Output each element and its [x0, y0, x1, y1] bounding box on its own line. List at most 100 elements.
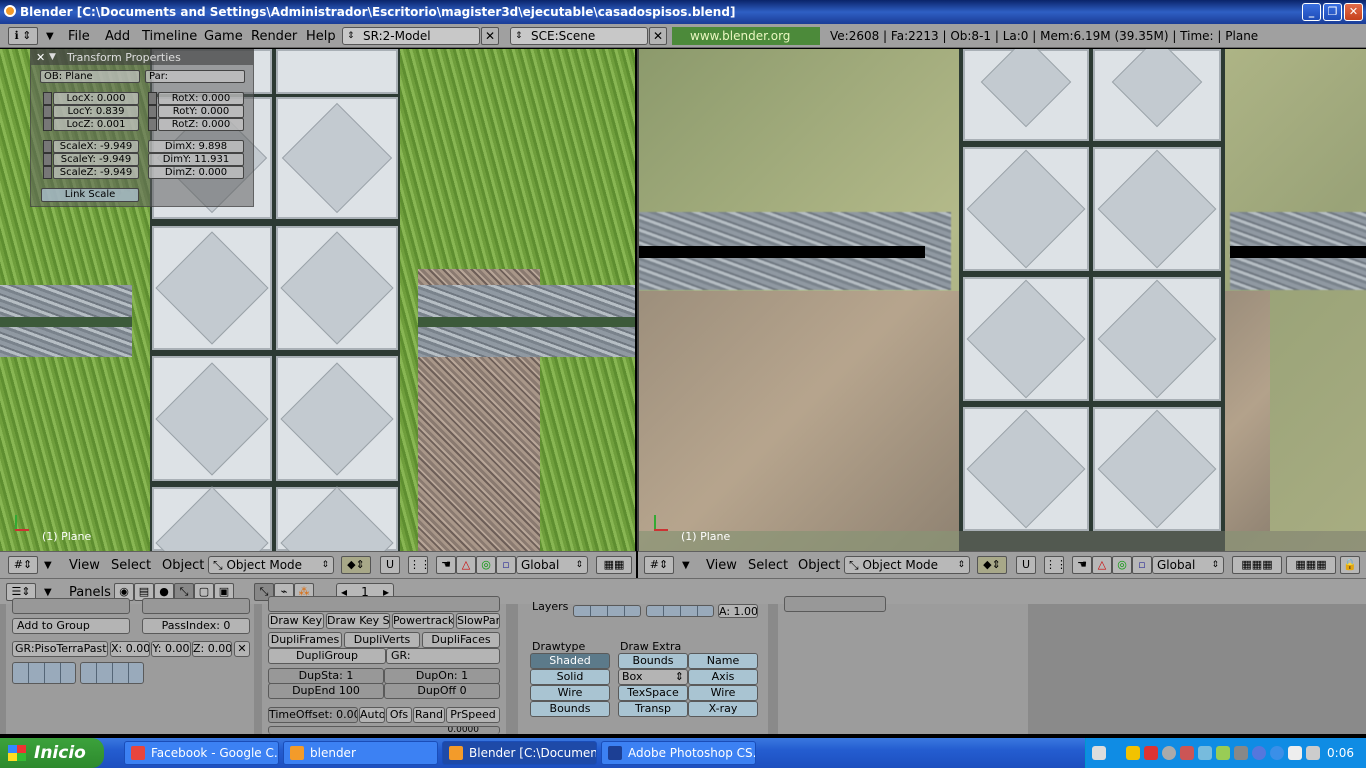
- draw-key-button[interactable]: Draw Key: [268, 613, 324, 629]
- dupoff-field[interactable]: DupOff 0: [384, 683, 500, 699]
- pivot-icon[interactable]: ᑌ: [380, 556, 400, 574]
- app-icon[interactable]: [1180, 746, 1194, 760]
- collapse-menu-icon[interactable]: ▼: [682, 560, 690, 571]
- collapse-icon[interactable]: ▼: [49, 50, 56, 65]
- lock-icon[interactable]: [43, 118, 52, 131]
- sync-icon[interactable]: [1252, 746, 1266, 760]
- clipped-field[interactable]: [142, 598, 250, 614]
- extra-name-toggle[interactable]: Name: [688, 653, 758, 669]
- translate-icon[interactable]: △: [1092, 556, 1112, 574]
- lock-icon[interactable]: [43, 92, 52, 105]
- mode-selector[interactable]: ⤡ Object Mode ⇕: [844, 556, 970, 574]
- parent-field[interactable]: Par:: [145, 70, 245, 83]
- taskbar-item[interactable]: Adobe Photoshop CS...: [601, 741, 756, 765]
- dimy-field[interactable]: DimY: 11.931: [148, 153, 244, 166]
- extra-axis-toggle[interactable]: Axis: [688, 669, 758, 685]
- mode-selector[interactable]: ⤡ Object Mode ⇕: [208, 556, 334, 574]
- draw-key-sel-button[interactable]: Draw Key Se: [326, 613, 390, 629]
- grid-view-icon[interactable]: #⇕: [644, 556, 674, 574]
- add-to-group-button[interactable]: Add to Group: [12, 618, 130, 634]
- extra-texspace-toggle[interactable]: TexSpace: [618, 685, 688, 701]
- translate-icon[interactable]: △: [456, 556, 476, 574]
- drawtype-solid[interactable]: Solid: [530, 669, 610, 685]
- lock-icon[interactable]: 🔒: [1340, 556, 1360, 574]
- dimx-field[interactable]: DimX: 9.898: [148, 140, 244, 153]
- pass-index-field[interactable]: PassIndex: 0: [142, 618, 250, 634]
- dupend-field[interactable]: DupEnd 100: [268, 683, 384, 699]
- lock-icon[interactable]: [43, 166, 52, 179]
- menu-add[interactable]: Add: [105, 29, 130, 44]
- network-icon[interactable]: [1198, 746, 1212, 760]
- layer-buttons[interactable]: ▦▦▦: [1286, 556, 1336, 574]
- menu-select[interactable]: Select: [748, 558, 788, 573]
- menu-help[interactable]: Help: [306, 29, 336, 44]
- viewport-right[interactable]: (1) Plane: [637, 49, 1366, 551]
- screen-selector[interactable]: ⇕ SR:2-Model: [342, 27, 480, 45]
- scale-icon[interactable]: ▫: [496, 556, 516, 574]
- menu-view[interactable]: View: [706, 558, 737, 573]
- wifi-icon[interactable]: [1216, 746, 1230, 760]
- keyboard-icon[interactable]: [1092, 746, 1106, 760]
- dupligroup-button[interactable]: DupliGroup: [268, 648, 386, 664]
- rand-button[interactable]: Rand: [413, 707, 445, 723]
- dupsta-field[interactable]: DupSta: 1: [268, 668, 384, 684]
- extra-transp-toggle[interactable]: Transp: [618, 701, 688, 717]
- rotx-field[interactable]: RotX: 0.000: [158, 92, 244, 105]
- display-icon[interactable]: [1234, 746, 1248, 760]
- drawtype-shaded[interactable]: Shaded: [530, 653, 610, 669]
- group-layers-grid[interactable]: [12, 662, 76, 684]
- antivirus-icon[interactable]: [1144, 746, 1158, 760]
- minimize-button[interactable]: _: [1302, 3, 1321, 21]
- menu-object[interactable]: Object: [162, 558, 204, 573]
- auto-button[interactable]: Auto: [359, 707, 385, 723]
- extra-xray-toggle[interactable]: X-ray: [688, 701, 758, 717]
- menu-view[interactable]: View: [69, 558, 100, 573]
- scalex-field[interactable]: ScaleX: -9.949: [53, 140, 139, 153]
- lock-icon[interactable]: [43, 105, 52, 118]
- dimz-field[interactable]: DimZ: 0.000: [148, 166, 244, 179]
- lock-icon[interactable]: [148, 92, 157, 105]
- locy-field[interactable]: LocY: 0.839: [53, 105, 139, 118]
- close-icon[interactable]: ✕: [36, 50, 45, 65]
- roty-field[interactable]: RotY: 0.000: [158, 105, 244, 118]
- close-button[interactable]: ✕: [1344, 3, 1363, 21]
- layers-grid[interactable]: [646, 605, 714, 617]
- link-scale-toggle[interactable]: Link Scale: [41, 188, 139, 202]
- delete-scene-button[interactable]: ✕: [649, 27, 667, 45]
- layer-buttons[interactable]: ▦▦▦: [1232, 556, 1282, 574]
- collapse-menu-icon[interactable]: ▼: [44, 587, 52, 598]
- rotate-icon[interactable]: ◎: [1112, 556, 1132, 574]
- dupliframes-button[interactable]: DupliFrames: [268, 632, 342, 648]
- prspeed-button[interactable]: PrSpeed: [446, 707, 500, 723]
- pivot-icon[interactable]: ᑌ: [1016, 556, 1036, 574]
- volume-icon[interactable]: [1306, 746, 1320, 760]
- scale-icon[interactable]: ▫: [1132, 556, 1152, 574]
- chrome-icon[interactable]: [1162, 746, 1176, 760]
- layers-grid[interactable]: [573, 605, 641, 617]
- clipped-field[interactable]: [12, 598, 130, 614]
- scalez-field[interactable]: ScaleZ: -9.949: [53, 166, 139, 179]
- slowpar-button[interactable]: SlowPar: [456, 613, 500, 629]
- dupon-field[interactable]: DupOn: 1: [384, 668, 500, 684]
- blender-website-link[interactable]: www.blender.org 249.2: [672, 27, 820, 61]
- drawtype-bounds[interactable]: Bounds: [530, 701, 610, 717]
- scaley-field[interactable]: ScaleY: -9.949: [53, 153, 139, 166]
- bounds-type-select[interactable]: Box ⇕: [618, 669, 688, 685]
- group-name-field[interactable]: GR:PisoTerraPasto: [12, 641, 108, 657]
- window-type-menu[interactable]: ℹ ⇕: [8, 27, 38, 45]
- layer-buttons[interactable]: ▦▦: [596, 556, 632, 574]
- clipped-field[interactable]: [268, 596, 500, 612]
- hand-manipulator-icon[interactable]: ☚: [1072, 556, 1092, 574]
- scene-selector[interactable]: ⇕ SCE:Scene: [510, 27, 648, 45]
- object-name-field[interactable]: OB: Plane: [40, 70, 140, 83]
- dupli-group-field[interactable]: GR:: [386, 648, 500, 664]
- collapse-menu-icon[interactable]: ▼: [46, 31, 54, 42]
- group-offset-z[interactable]: Z: 0.00: [192, 641, 232, 657]
- locz-field[interactable]: LocZ: 0.001: [53, 118, 139, 131]
- menu-timeline[interactable]: Timeline: [142, 29, 197, 44]
- alpha-field[interactable]: A: 1.00: [718, 604, 758, 618]
- group-layers-grid[interactable]: [80, 662, 144, 684]
- lock-icon[interactable]: [148, 118, 157, 131]
- extra-bounds-toggle[interactable]: Bounds: [618, 653, 688, 669]
- dupliverts-button[interactable]: DupliVerts: [344, 632, 420, 648]
